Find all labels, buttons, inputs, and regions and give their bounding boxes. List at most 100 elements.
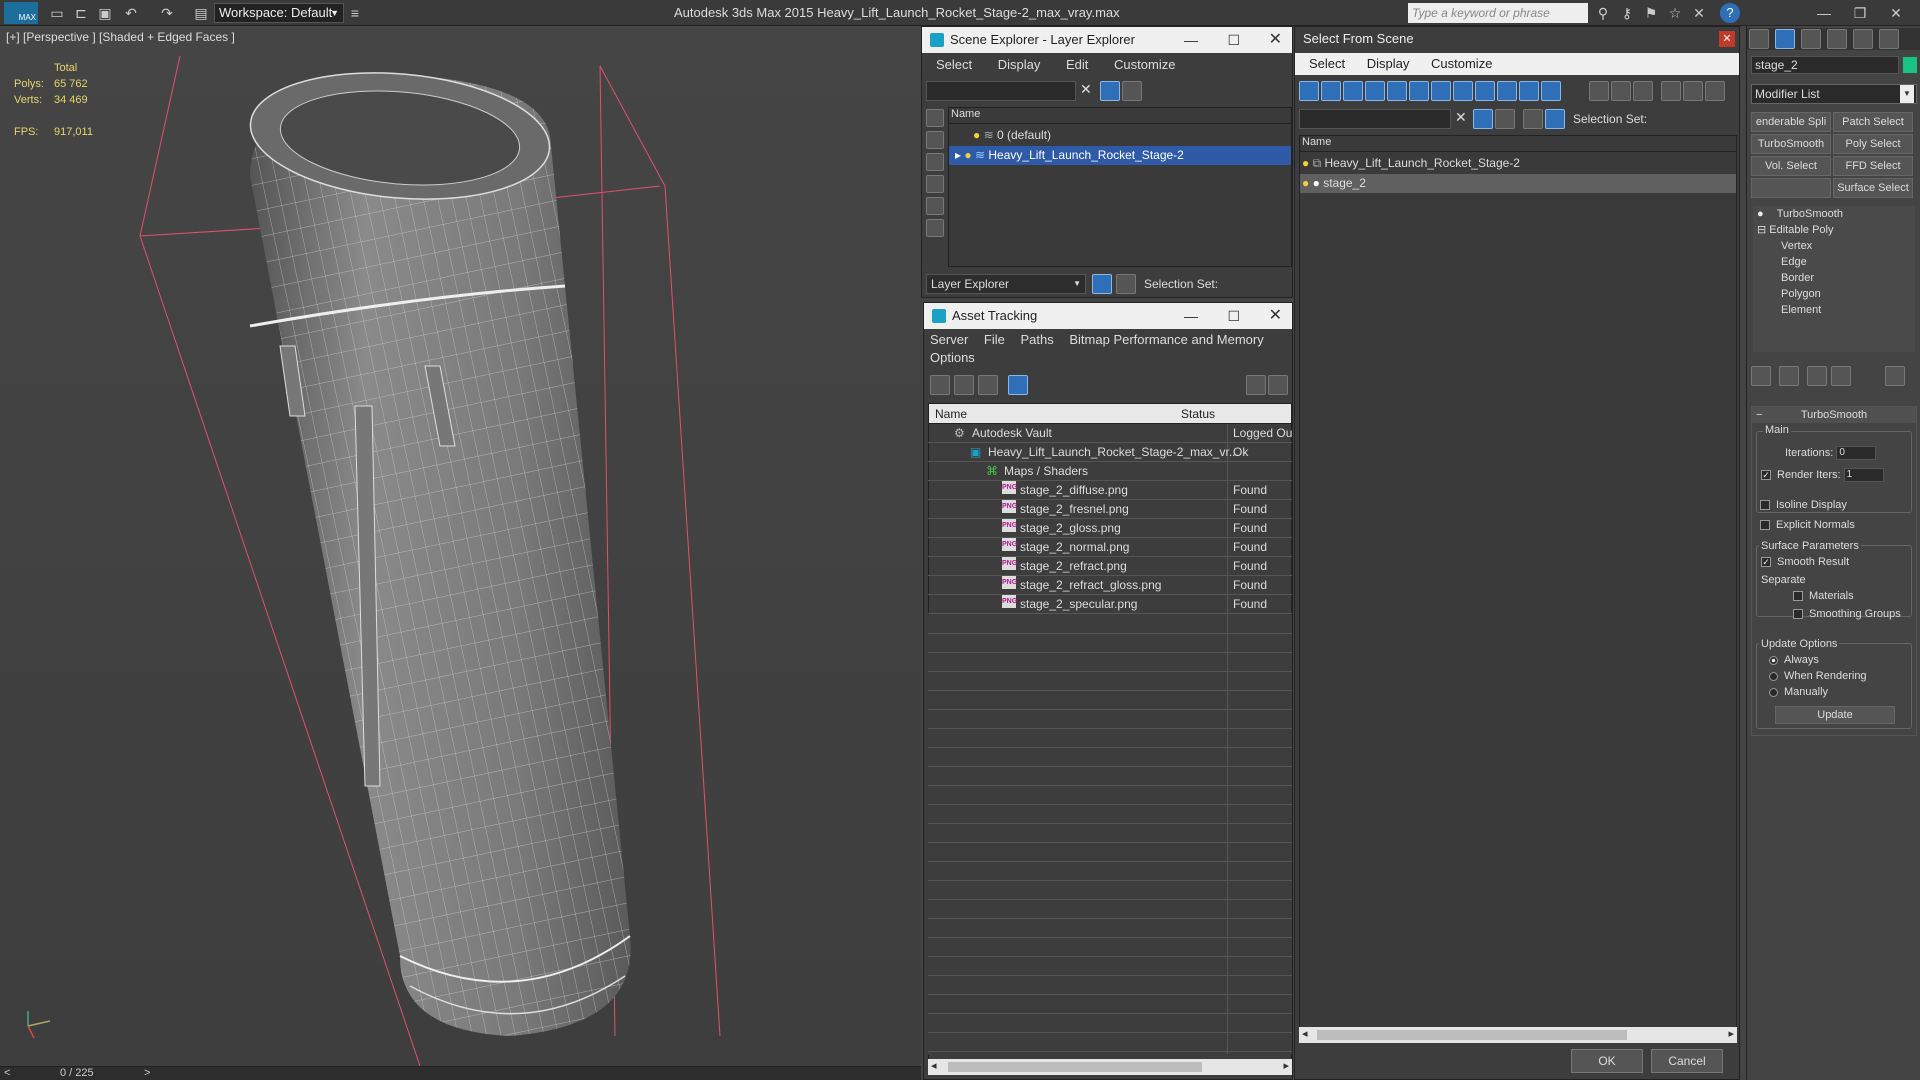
hierarchy-icon[interactable] (1116, 274, 1136, 294)
clear-search-icon[interactable]: ✕ (1080, 81, 1092, 98)
undo-icon[interactable]: ↶ (120, 3, 142, 23)
column-name[interactable]: Name (935, 404, 967, 424)
modify-tab-icon[interactable] (1775, 29, 1795, 49)
close-button[interactable]: ✕ (1269, 27, 1282, 53)
select-search-input[interactable] (1299, 109, 1451, 129)
table-view-icon[interactable] (1008, 375, 1028, 395)
display-spacewarps-icon[interactable] (926, 219, 944, 237)
menu-bitmap-performance[interactable]: Bitmap Performance and Memory (1069, 332, 1263, 347)
layers-icon[interactable] (1092, 274, 1112, 294)
filter-bones-icon[interactable] (1475, 81, 1495, 101)
menu-select[interactable]: Select (1309, 56, 1345, 71)
select-invert-icon[interactable] (1633, 81, 1653, 101)
settings-icon[interactable] (1268, 375, 1288, 395)
column-status[interactable]: Status (1181, 404, 1215, 424)
clear-search-icon[interactable]: ✕ (1455, 109, 1467, 126)
stack-subitem-vertex[interactable]: Vertex (1753, 238, 1915, 254)
smoothing-groups-checkbox[interactable] (1793, 609, 1803, 620)
menu-options[interactable]: Options (930, 350, 975, 365)
always-radio[interactable] (1769, 655, 1778, 665)
scroll-right-icon[interactable]: ▸ (1283, 1059, 1289, 1072)
object-row[interactable]: ● ⧉ Heavy_Lift_Launch_Rocket_Stage-2 (1300, 154, 1736, 173)
filter-geometry-icon[interactable] (1299, 81, 1319, 101)
render-iters-spinner[interactable]: 1 (1843, 468, 1884, 482)
star-icon[interactable]: ☆ (1664, 3, 1686, 23)
key-icon[interactable]: ⚷ (1616, 3, 1638, 23)
app-logo[interactable]: MAX (4, 2, 38, 24)
motion-tab-icon[interactable] (1827, 29, 1847, 49)
layer-tool-icon[interactable] (1495, 109, 1515, 129)
turbosmooth-button[interactable]: TurboSmooth (1751, 134, 1831, 154)
lightbulb-icon[interactable]: ● (1302, 176, 1309, 190)
layer-tool-icon[interactable] (1122, 81, 1142, 101)
collapse-toggle-icon[interactable]: ⊟ (1757, 224, 1766, 236)
asset-row[interactable]: ▣ Heavy_Lift_Launch_Rocket_Stage-2_max_vr… (928, 443, 1292, 462)
rocket-stage-model[interactable] (0, 26, 921, 1066)
minimize-button[interactable]: — (1804, 2, 1844, 24)
renderable-spline-button[interactable]: enderable Spli (1751, 112, 1831, 132)
remove-modifier-icon[interactable] (1831, 366, 1851, 386)
lightbulb-icon[interactable]: ● (964, 148, 971, 162)
column-name[interactable]: Name (1300, 136, 1736, 152)
time-slider[interactable]: < 0 / 225 > (0, 1066, 921, 1080)
filter-tree-icon[interactable] (1683, 81, 1703, 101)
show-end-result-icon[interactable] (1779, 366, 1799, 386)
asset-row[interactable]: ⌘ Maps / Shaders (928, 462, 1292, 481)
maximize-button[interactable]: ☐ (1227, 303, 1240, 329)
menu-server[interactable]: Server (930, 332, 968, 347)
ok-button[interactable]: OK (1571, 1049, 1643, 1073)
materials-checkbox[interactable] (1793, 591, 1803, 602)
menu-edit[interactable]: Edit (1066, 57, 1088, 72)
display-lights-icon[interactable] (926, 153, 944, 171)
filter-groups-icon[interactable] (1431, 81, 1451, 101)
display-shapes-icon[interactable] (926, 131, 944, 149)
scene-explorer-search-input[interactable] (926, 81, 1076, 101)
minimize-button[interactable]: — (1184, 303, 1198, 329)
poly-select-button[interactable]: Poly Select (1833, 134, 1913, 154)
stack-subitem-element[interactable]: Element (1753, 302, 1915, 318)
display-geometry-icon[interactable] (926, 109, 944, 127)
filter-icon[interactable] (1473, 109, 1493, 129)
help-icon[interactable] (1246, 375, 1266, 395)
asset-row[interactable]: PNG stage_2_fresnel.png Found (928, 500, 1292, 519)
lightbulb-icon[interactable]: ● (1302, 156, 1309, 170)
menu-paths[interactable]: Paths (1021, 332, 1054, 347)
stack-item-editable-poly[interactable]: ⊟ Editable Poly (1753, 222, 1915, 238)
asset-row[interactable]: PNG stage_2_refract_gloss.png Found (928, 576, 1292, 595)
lightbulb-icon[interactable]: ● (1757, 208, 1764, 220)
display-tab-icon[interactable] (1853, 29, 1873, 49)
asset-row[interactable]: PNG stage_2_gloss.png Found (928, 519, 1292, 538)
utilities-tab-icon[interactable] (1879, 29, 1899, 49)
subscription-icon[interactable]: ⚑ (1640, 3, 1662, 23)
render-iters-checkbox[interactable]: ✓ (1761, 470, 1771, 480)
minimize-button[interactable]: — (1184, 27, 1198, 53)
asset-row[interactable]: PNG stage_2_refract.png Found (928, 557, 1292, 576)
layer-row-selected[interactable]: ▸ ● ≋ Heavy_Lift_Launch_Rocket_Stage-2 (949, 146, 1291, 165)
asset-hscrollbar[interactable]: ◂ ▸ (928, 1059, 1292, 1075)
filter-helpers-icon[interactable] (1387, 81, 1407, 101)
list-view-icon[interactable] (954, 375, 974, 395)
next-frame-icon[interactable]: > (144, 1067, 150, 1079)
stack-item-turbosmooth[interactable]: ● TurboSmooth (1753, 206, 1915, 222)
vol-select-button[interactable]: Vol. Select (1751, 156, 1831, 176)
select-none-icon[interactable] (1611, 81, 1631, 101)
close-button[interactable]: ✕ (1876, 2, 1916, 24)
cancel-button[interactable]: Cancel (1651, 1049, 1723, 1073)
new-file-icon[interactable]: ▭ (46, 3, 68, 23)
hierarchy-tab-icon[interactable] (1801, 29, 1821, 49)
filter-cameras-icon[interactable] (1365, 81, 1385, 101)
lightbulb-icon[interactable]: ● (973, 128, 980, 142)
filter-lights-icon[interactable] (1343, 81, 1363, 101)
iterations-spinner[interactable]: 0 (1836, 446, 1877, 460)
perspective-viewport[interactable]: [+] [Perspective ] [Shaded + Edged Faces… (0, 26, 921, 1066)
collapse-icon[interactable] (1705, 81, 1725, 101)
filter-spacewarps-icon[interactable] (1409, 81, 1429, 101)
prev-frame-icon[interactable]: < (4, 1067, 10, 1079)
filter-frozen-icon[interactable] (1519, 81, 1539, 101)
asset-row[interactable]: PNG stage_2_specular.png Found (928, 595, 1292, 614)
layer-row[interactable]: ● ≋ 0 (default) (949, 126, 1291, 145)
surface-select-button[interactable]: Surface Select (1833, 178, 1913, 198)
menu-customize[interactable]: Customize (1114, 57, 1175, 72)
manually-radio[interactable] (1769, 687, 1778, 697)
menu-display[interactable]: Display (998, 57, 1041, 72)
